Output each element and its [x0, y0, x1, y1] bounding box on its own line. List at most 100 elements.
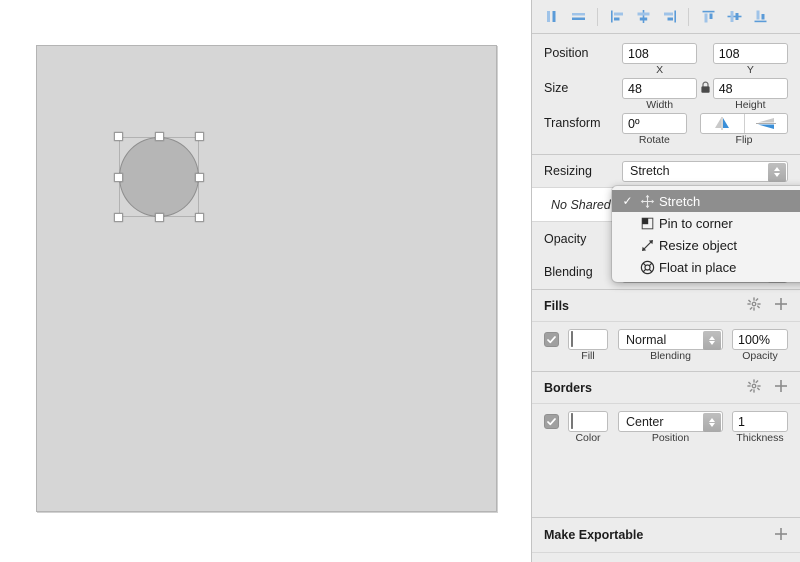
flip-vertical-button[interactable] [745, 114, 788, 133]
menu-item-float-in-place[interactable]: Float in place [612, 256, 800, 278]
resize-handle-n[interactable] [155, 132, 164, 141]
fill-enabled-checkbox[interactable] [544, 332, 559, 347]
selected-shape-group[interactable] [119, 137, 199, 217]
make-exportable-header[interactable]: Make Exportable [532, 518, 800, 552]
pin-corner-icon [635, 216, 659, 231]
flip-horizontal-icon [712, 117, 732, 130]
position-y-input[interactable]: 108 [713, 43, 788, 64]
selection-bounding-box [119, 137, 199, 217]
position-y-sublabel: Y [713, 64, 788, 76]
transform-label: Transform [544, 113, 622, 130]
fills-title: Fills [544, 299, 747, 313]
align-right-icon[interactable] [656, 5, 682, 29]
transform-row: Transform 0º Rotate [532, 113, 800, 146]
artboard[interactable] [36, 45, 497, 512]
resizing-stepper-icon[interactable] [768, 163, 786, 182]
size-height-sublabel: Height [713, 99, 788, 111]
borders-title: Borders [544, 381, 747, 395]
resize-handle-s[interactable] [155, 213, 164, 222]
borders-plus-icon[interactable] [774, 379, 788, 396]
position-x-input[interactable]: 108 [622, 43, 697, 64]
position-row: Position 108 X 108 Y [532, 43, 800, 76]
aspect-lock-button[interactable] [697, 78, 712, 94]
float-ring-icon [635, 260, 659, 275]
border-thickness-input[interactable]: 1 [732, 411, 788, 432]
fills-gear-icon[interactable] [747, 297, 761, 314]
fill-blending-select[interactable]: Normal [618, 329, 723, 350]
toolbar-separator [597, 8, 598, 26]
toolbar-separator-2 [688, 8, 689, 26]
resizing-dropdown-menu[interactable]: ✓ Stretch [612, 186, 800, 282]
position-x-group: 108 X [622, 43, 697, 76]
size-width-input[interactable]: 48 [622, 78, 697, 99]
spacer-cell-2 [687, 113, 700, 116]
distribute-vertically-icon[interactable] [565, 5, 591, 29]
position-y-group: 108 Y [713, 43, 788, 76]
inspector-panel: Position 108 X 108 Y Size 48 Width [531, 0, 800, 562]
flip-group: Flip [700, 113, 788, 146]
fill-blending-stepper-icon[interactable] [703, 331, 721, 350]
distribute-horizontally-icon[interactable] [539, 5, 565, 29]
lock-icon [700, 81, 711, 94]
align-center-vertical-icon[interactable] [721, 5, 747, 29]
flip-horizontal-button[interactable] [701, 114, 744, 133]
fill-blending-value: Normal [626, 333, 666, 347]
menu-item-pin-to-corner-label: Pin to corner [659, 216, 800, 231]
resize-diagonal-icon [635, 238, 659, 253]
opacity-label: Opacity [544, 232, 622, 246]
move-arrows-icon [635, 194, 659, 209]
size-row: Size 48 Width 48 Height [532, 78, 800, 111]
menu-item-stretch-label: Stretch [659, 194, 800, 209]
align-left-icon[interactable] [604, 5, 630, 29]
resizing-row: Resizing Stretch [532, 155, 800, 187]
align-center-horizontal-icon[interactable] [630, 5, 656, 29]
size-width-sublabel: Width [622, 99, 697, 111]
border-position-select[interactable]: Center [618, 411, 723, 432]
menu-item-resize-object[interactable]: Resize object [612, 234, 800, 256]
fill-color-swatch[interactable] [568, 329, 608, 350]
spacer-cell [697, 43, 712, 46]
resize-handle-ne[interactable] [195, 132, 204, 141]
borders-gear-icon[interactable] [747, 379, 761, 396]
border-color-swatch[interactable] [568, 411, 608, 432]
resizing-label: Resizing [544, 164, 622, 178]
menu-item-float-in-place-label: Float in place [659, 260, 800, 275]
fills-plus-icon[interactable] [774, 297, 788, 314]
flip-vertical-icon [756, 117, 776, 130]
resize-handle-w[interactable] [114, 173, 123, 182]
fill-opacity-input[interactable]: 100% [732, 329, 788, 350]
menu-check-icon: ✓ [620, 194, 635, 208]
border-position-stepper-icon[interactable] [703, 413, 721, 432]
geometry-section: Position 108 X 108 Y Size 48 Width [532, 34, 800, 154]
menu-item-stretch[interactable]: ✓ Stretch [612, 190, 800, 212]
make-exportable-plus-icon[interactable] [774, 527, 788, 544]
border-enabled-checkbox[interactable] [544, 414, 559, 429]
rotate-sublabel: Rotate [622, 134, 687, 146]
fill-row: Fill Normal Blending 100% Opacity [532, 322, 800, 362]
canvas-area[interactable] [0, 0, 531, 562]
resize-handle-se[interactable] [195, 213, 204, 222]
fill-blending-sublabel: Blending [618, 350, 723, 362]
make-exportable-title: Make Exportable [544, 528, 774, 542]
align-bottom-icon[interactable] [747, 5, 773, 29]
align-top-icon[interactable] [695, 5, 721, 29]
resizing-select[interactable]: Stretch [622, 161, 788, 182]
size-height-group: 48 Height [713, 78, 788, 111]
size-width-group: 48 Width [622, 78, 697, 111]
resizing-value: Stretch [630, 164, 670, 178]
blending-label: Blending [544, 265, 622, 279]
flip-sublabel: Flip [700, 134, 788, 146]
fill-opacity-sublabel: Opacity [732, 350, 788, 362]
resize-handle-sw[interactable] [114, 213, 123, 222]
border-position-sublabel: Position [618, 432, 723, 444]
border-thickness-sublabel: Thickness [732, 432, 788, 444]
rotate-input[interactable]: 0º [622, 113, 687, 134]
app-window: Position 108 X 108 Y Size 48 Width [0, 0, 800, 562]
border-row: Color Center Position 1 Thickness [532, 404, 800, 444]
resize-handle-nw[interactable] [114, 132, 123, 141]
resize-handle-e[interactable] [195, 173, 204, 182]
rotate-group: 0º Rotate [622, 113, 687, 146]
border-position-value: Center [626, 415, 664, 429]
menu-item-pin-to-corner[interactable]: Pin to corner [612, 212, 800, 234]
size-height-input[interactable]: 48 [713, 78, 788, 99]
